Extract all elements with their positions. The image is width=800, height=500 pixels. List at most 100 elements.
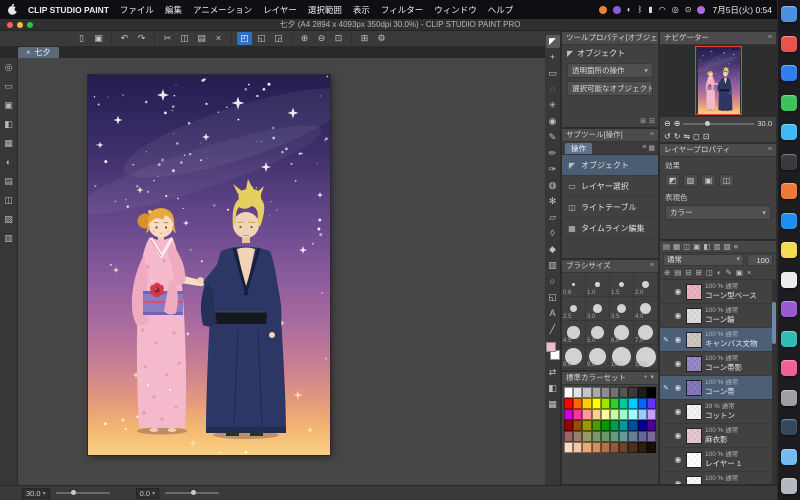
new-layer-icon[interactable]: ⊕: [664, 267, 670, 279]
brush-size-cell[interactable]: 2.0: [634, 273, 658, 297]
color-swatch[interactable]: [564, 420, 574, 431]
dock-app-blue[interactable]: [781, 65, 797, 81]
selection-subtract-icon[interactable]: ◲: [271, 32, 286, 45]
dock-finder[interactable]: [781, 6, 797, 22]
brush-size-cell[interactable]: 2.5: [562, 297, 586, 321]
panel-menu-icon[interactable]: [650, 260, 654, 272]
dock-app-navy[interactable]: [781, 419, 797, 435]
color-swatch[interactable]: [628, 442, 638, 453]
view-grid-icon[interactable]: ▦: [648, 144, 655, 152]
selection-new-icon[interactable]: ◰: [237, 32, 252, 45]
grid-icon[interactable]: ⊞: [357, 32, 372, 45]
zoom-tool-icon[interactable]: ◎: [2, 61, 15, 74]
brush-size-cell[interactable]: 1.5: [610, 273, 634, 297]
color-swatch[interactable]: [564, 442, 574, 453]
menubar-app-name[interactable]: CLIP STUDIO PAINT: [28, 5, 109, 15]
effect-border-icon[interactable]: ◩: [665, 174, 680, 187]
window-titlebar[interactable]: 七夕 (A4 2894 x 4093px 350dpi 30.0%) - CLI…: [0, 19, 800, 31]
color-set-header[interactable]: 標準カラーセット + ▾: [562, 372, 658, 385]
color-swatch[interactable]: [646, 387, 656, 398]
dock-photos[interactable]: [781, 242, 797, 258]
redo-icon[interactable]: ↷: [134, 32, 149, 45]
dock-app-red[interactable]: [781, 35, 797, 52]
color-swatch[interactable]: [600, 387, 610, 398]
brush-size-cell[interactable]: 4.5: [562, 321, 586, 345]
color-swatch[interactable]: [628, 387, 638, 398]
menu-選択範囲[interactable]: 選択範囲: [308, 4, 342, 16]
color-swatch[interactable]: [600, 420, 610, 431]
blend-mode-dropdown[interactable]: 通常: [663, 254, 744, 266]
airbrush-tool-icon[interactable]: ◍: [546, 179, 560, 192]
color-swatch[interactable]: [591, 398, 601, 409]
color-swatch[interactable]: [573, 442, 583, 453]
subtool-group-tab[interactable]: 操作: [565, 142, 592, 154]
layer-row[interactable]: ◉ 100 % 通常キラキラなど: [660, 472, 772, 484]
text-tool-icon[interactable]: A: [546, 307, 560, 320]
menu-ヘルプ[interactable]: ヘルプ: [488, 4, 514, 16]
color-swatch[interactable]: [628, 431, 638, 442]
color-swatch[interactable]: [582, 387, 592, 398]
layer-row[interactable]: ✎ ◉ 100 % 通常 キャンバス文物: [660, 328, 772, 352]
layer-row[interactable]: ◉ 100 % 通常 コーン型ベース: [660, 280, 772, 304]
layer-visible-icon[interactable]: ◉: [673, 455, 683, 464]
figure-tool-icon[interactable]: ○: [546, 275, 560, 288]
layer-property-header[interactable]: レイヤープロパティ: [660, 144, 776, 157]
flip-horizontal-icon[interactable]: ⇋: [683, 127, 690, 142]
correction-line-tool-icon[interactable]: ╱: [546, 323, 560, 336]
color-swatch[interactable]: [619, 442, 629, 453]
paste-icon[interactable]: ▤: [194, 32, 209, 45]
decoration-tool-icon[interactable]: ✻: [546, 195, 560, 208]
color-swatch[interactable]: [609, 442, 620, 453]
document-tab[interactable]: 七夕: [18, 47, 59, 58]
color-swatch[interactable]: [591, 442, 601, 453]
expression-color-dropdown[interactable]: カラー: [665, 205, 771, 220]
dock-app-white[interactable]: [781, 271, 797, 288]
effect-extract-line-icon[interactable]: ◫: [719, 174, 734, 187]
color-swatch[interactable]: [628, 420, 638, 431]
menu-ウィンドウ[interactable]: ウィンドウ: [434, 4, 477, 16]
move-tool-icon[interactable]: +: [546, 51, 560, 64]
subtool-item[interactable]: ◤ オブジェクト: [562, 155, 658, 176]
color-swatch[interactable]: [600, 442, 610, 453]
close-window-button[interactable]: [7, 22, 13, 28]
layer-palette-tab-3-icon[interactable]: ◫: [683, 241, 690, 253]
menu-編集[interactable]: 編集: [165, 4, 182, 16]
undo-icon[interactable]: ↶: [117, 32, 132, 45]
blend-tool-icon[interactable]: ◊: [546, 227, 560, 240]
gradient-tool-icon[interactable]: ▥: [546, 259, 560, 272]
brush-size-cell[interactable]: 3.0: [586, 297, 610, 321]
zoom-slider-knob[interactable]: [704, 120, 710, 126]
palette-toggle-icon[interactable]: ▦: [546, 398, 560, 411]
layer-visible-icon[interactable]: ◉: [673, 383, 683, 392]
layer-row[interactable]: ◉ 39 % 通常 コットン: [660, 400, 772, 424]
brush-size-cell[interactable]: 4.0: [634, 297, 658, 321]
zoom-out-icon[interactable]: ⊖: [314, 32, 329, 45]
effect-layer-color-icon[interactable]: ▣: [701, 174, 716, 187]
panel-toggle-3-icon[interactable]: ◧: [2, 118, 15, 131]
color-swatch[interactable]: [573, 431, 583, 442]
navigator-view-frame[interactable]: [695, 46, 742, 115]
selectable-object-dropdown[interactable]: 選択可能なオブジェクト: [567, 81, 653, 96]
panel-toggle-4-icon[interactable]: ▦: [2, 137, 15, 150]
color-swatch[interactable]: [573, 409, 583, 420]
color-swatch[interactable]: [619, 431, 629, 442]
eyedropper-tool-icon[interactable]: ◉: [546, 115, 560, 128]
color-swatch[interactable]: [600, 431, 610, 442]
display-icon[interactable]: ◐: [627, 0, 632, 19]
layer-row[interactable]: ◉ 100 % 通常 コーン帯影: [660, 352, 772, 376]
wifi-icon[interactable]: ◠: [659, 0, 666, 19]
dock-app-gray[interactable]: [781, 389, 797, 406]
fill-tool-icon[interactable]: ◆: [546, 243, 560, 256]
tool-property-header[interactable]: ツールプロパティ[オブジェ: [562, 32, 658, 45]
add-color-icon[interactable]: +: [643, 372, 647, 384]
subtool-item[interactable]: ▦ タイムライン編集: [562, 218, 658, 239]
dock-safari[interactable]: [781, 124, 797, 140]
lasso-tool-icon[interactable]: ◌: [546, 83, 560, 96]
color-swatch[interactable]: [564, 398, 574, 409]
canvas-area[interactable]: [18, 58, 545, 485]
statusbar-zoom-value[interactable]: 30.0: [22, 487, 50, 499]
color-swatch[interactable]: [609, 420, 620, 431]
color-swatch[interactable]: [591, 387, 601, 398]
layer-opacity-value[interactable]: 100: [747, 254, 773, 266]
brush-size-cell[interactable]: 8.0: [562, 345, 586, 369]
